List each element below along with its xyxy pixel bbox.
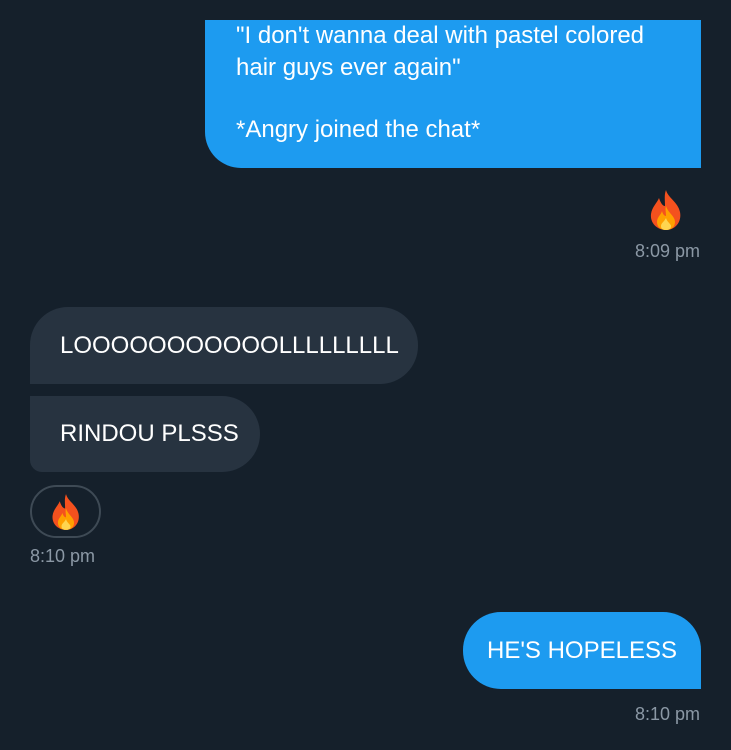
fire-reaction[interactable] — [647, 189, 685, 231]
message-timestamp: 8:10 pm — [30, 546, 96, 566]
chat-screen: "I don't wanna deal with pastel colored … — [0, 0, 731, 750]
message-text-line: hair guys ever again" — [236, 54, 461, 81]
incoming-message[interactable]: LOOOOOOOOOOOLLLLLLLLL — [30, 307, 418, 384]
incoming-message[interactable]: RINDOU PLSSS — [30, 396, 260, 472]
fire-icon — [51, 493, 79, 530]
message-text: RINDOU PLSSS — [60, 420, 239, 447]
message-text-line: "I don't wanna deal with pastel colored — [236, 22, 645, 49]
fire-icon — [650, 190, 681, 230]
message-text: HE'S HOPELESS — [487, 636, 677, 664]
message-timestamp: 8:10 pm — [634, 704, 700, 724]
outgoing-message[interactable]: "I don't wanna deal with pastel colored … — [205, 20, 701, 168]
fire-reaction[interactable] — [30, 485, 101, 538]
message-text: LOOOOOOOOOOOLLLLLLLLL — [60, 331, 399, 359]
message-text-line: *Angry joined the chat* — [236, 116, 481, 143]
message-timestamp: 8:09 pm — [634, 241, 700, 261]
outgoing-message[interactable]: HE'S HOPELESS — [463, 612, 701, 689]
